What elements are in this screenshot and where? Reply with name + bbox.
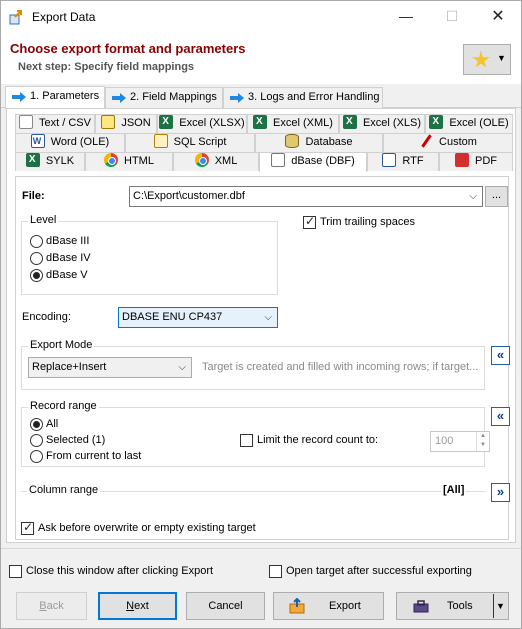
column-range-group: Column range [All] xyxy=(21,484,485,496)
format-tab-rtf[interactable]: RTF xyxy=(367,152,439,171)
text-file-icon xyxy=(19,115,34,129)
tab-parameters[interactable]: 1. Parameters xyxy=(5,86,105,109)
format-tab-json[interactable]: JSON xyxy=(95,114,157,133)
close-button[interactable]: ✕ xyxy=(475,1,521,32)
database-icon xyxy=(285,134,300,148)
format-tab-pdf[interactable]: PDF xyxy=(439,152,513,171)
format-tab-excel-xlsx[interactable]: Excel (XLSX) xyxy=(157,114,247,133)
title-bar: Export Data — ☐ ✕ xyxy=(1,1,521,32)
export-data-window: Export Data — ☐ ✕ Choose export format a… xyxy=(0,0,522,629)
radio-dbase-iii[interactable]: dBase III xyxy=(30,235,89,248)
expand-column-range-button[interactable]: » xyxy=(491,483,510,502)
arrow-right-icon xyxy=(230,93,244,103)
file-path-input[interactable]: C:\Export\customer.dbf ⌵ xyxy=(129,186,483,207)
export-button[interactable]: Export xyxy=(273,592,384,620)
column-range-value: [All] xyxy=(441,484,467,496)
pdf-file-icon xyxy=(455,153,469,167)
dbf-options-content: File: C:\Export\customer.dbf ⌵ ... Level… xyxy=(15,176,510,540)
format-tab-dbase-dbf[interactable]: dBase (DBF) xyxy=(259,152,367,172)
excel-icon xyxy=(159,115,174,129)
excel-icon xyxy=(342,115,357,129)
ask-before-overwrite-checkbox[interactable]: Ask before overwrite or empty existing t… xyxy=(21,521,256,535)
sql-script-icon xyxy=(153,134,168,148)
radio-dbase-iv[interactable]: dBase IV xyxy=(30,252,91,265)
pen-icon xyxy=(419,134,433,148)
encoding-label: Encoding: xyxy=(22,311,71,323)
main-tabs: 1. Parameters 2. Field Mappings 3. Logs … xyxy=(1,86,521,109)
column-range-title: Column range xyxy=(27,484,101,496)
wizard-header: Choose export format and parameters Next… xyxy=(1,32,521,84)
chrome-icon xyxy=(104,153,119,167)
spinner-arrows-icon: ▲ ▼ xyxy=(476,432,489,451)
close-after-export-checkbox[interactable]: Close this window after clicking Export xyxy=(9,565,213,578)
arrow-right-icon xyxy=(12,92,26,102)
radio-selected-records[interactable]: Selected (1) xyxy=(30,434,105,447)
file-label: File: xyxy=(22,190,45,202)
window-title: Export Data xyxy=(32,10,96,24)
toolbox-icon xyxy=(413,600,429,613)
radio-dbase-v[interactable]: dBase V xyxy=(30,269,88,282)
browse-button[interactable]: ... xyxy=(485,186,508,207)
chevron-down-icon: ▼ xyxy=(496,601,505,611)
header-title: Choose export format and parameters xyxy=(10,41,246,56)
rtf-file-icon xyxy=(382,153,397,167)
minimize-button[interactable]: — xyxy=(383,1,429,32)
excel-icon xyxy=(253,115,268,129)
format-tab-xml[interactable]: XML xyxy=(173,152,259,171)
chevron-down-icon: ⌵ xyxy=(469,191,477,202)
chrome-icon xyxy=(194,153,209,167)
format-tab-sylk[interactable]: SYLK xyxy=(15,152,85,171)
export-mode-hint: Target is created and filled with incomi… xyxy=(202,361,479,373)
star-icon xyxy=(472,51,490,68)
dbf-file-icon xyxy=(271,153,286,167)
format-tab-word-ole[interactable]: Word (OLE) xyxy=(15,133,125,152)
cancel-button[interactable]: Cancel xyxy=(186,592,265,620)
level-title: Level xyxy=(28,214,59,226)
next-button[interactable]: Next xyxy=(98,592,177,620)
format-tab-database[interactable]: Database xyxy=(255,133,383,152)
collapse-export-mode-button[interactable]: « xyxy=(491,346,510,365)
format-tab-text-csv[interactable]: Text / CSV xyxy=(15,114,95,133)
format-tab-custom[interactable]: Custom xyxy=(383,133,513,152)
level-group: Level dBase III dBase IV dBase V xyxy=(21,214,278,295)
tab-field-mappings[interactable]: 2. Field Mappings xyxy=(105,87,223,108)
tab-logs-error-handling[interactable]: 3. Logs and Error Handling xyxy=(223,87,383,108)
excel-icon xyxy=(429,115,444,129)
favorites-button[interactable]: ▼ xyxy=(463,44,511,75)
radio-all-records[interactable]: All xyxy=(30,418,58,431)
limit-record-count-checkbox[interactable]: Limit the record count to: xyxy=(240,434,378,447)
chevron-down-icon: ⌵ xyxy=(264,312,272,323)
chevron-down-icon: ▼ xyxy=(497,53,506,63)
collapse-record-range-button[interactable]: « xyxy=(491,407,510,426)
export-icon xyxy=(289,598,305,614)
record-limit-spinner[interactable]: 100 ▲ ▼ xyxy=(430,431,490,452)
parameters-panel: Text / CSV JSON Excel (XLSX) Excel (XML)… xyxy=(6,108,516,543)
record-range-group: Record range All Selected (1) From curre… xyxy=(21,400,490,467)
format-tab-excel-ole[interactable]: Excel (OLE) xyxy=(425,114,513,133)
chevron-down-icon: ⌵ xyxy=(178,362,186,373)
record-range-title: Record range xyxy=(28,400,99,412)
export-app-icon xyxy=(9,10,22,25)
export-mode-title: Export Mode xyxy=(28,339,95,351)
export-mode-group: Export Mode Replace+Insert ⌵ Target is c… xyxy=(21,339,485,390)
encoding-select[interactable]: DBASE ENU CP437 ⌵ xyxy=(118,307,278,328)
export-mode-select[interactable]: Replace+Insert ⌵ xyxy=(28,357,192,378)
header-subtitle: Next step: Specify field mappings xyxy=(18,61,195,73)
format-tab-html[interactable]: HTML xyxy=(85,152,173,171)
excel-icon xyxy=(25,153,40,167)
maximize-button[interactable]: ☐ xyxy=(429,1,475,32)
json-file-icon xyxy=(101,115,116,129)
format-tab-sql-script[interactable]: SQL Script xyxy=(125,133,255,152)
trim-trailing-spaces-checkbox[interactable]: Trim trailing spaces xyxy=(303,215,415,229)
footer: Close this window after clicking Export … xyxy=(1,548,521,628)
radio-current-to-last[interactable]: From current to last xyxy=(30,450,141,463)
arrow-right-icon xyxy=(112,93,126,103)
format-tab-excel-xls[interactable]: Excel (XLS) xyxy=(339,114,425,133)
open-target-after-export-checkbox[interactable]: Open target after successful exporting xyxy=(269,565,472,578)
word-icon xyxy=(30,134,45,148)
tools-button[interactable]: Tools ▼ xyxy=(396,592,509,620)
format-tab-excel-xml[interactable]: Excel (XML) xyxy=(247,114,339,133)
back-button[interactable]: Back xyxy=(16,592,87,620)
